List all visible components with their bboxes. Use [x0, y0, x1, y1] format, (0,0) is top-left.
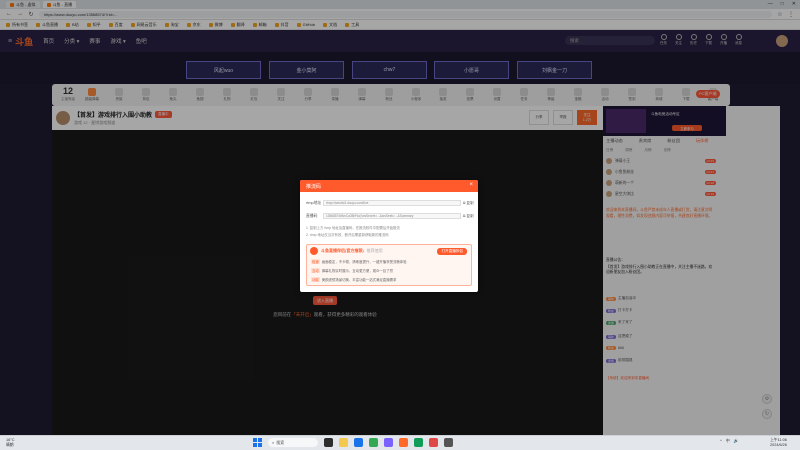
- open-assistant-button[interactable]: 打开直播伴侣: [437, 248, 467, 255]
- clock[interactable]: 上午11:06 2024/6/26: [770, 438, 787, 447]
- douyu-icon[interactable]: [399, 438, 408, 447]
- system-tray: ^ 中 🔊: [720, 438, 739, 444]
- tray-expand-icon[interactable]: ^: [720, 438, 722, 444]
- assistant-promo: 斗鱼直播伴侣(官方推荐) 推荐使用 打开直播伴侣 极速 画面稳定，不卡顿，清晰度提升…: [306, 244, 472, 286]
- volume-icon[interactable]: 🔊: [734, 438, 739, 444]
- copy-code-button[interactable]: ⧉ 复制: [463, 214, 473, 219]
- promo-line: 极速 画面稳定，不卡顿，清晰度提升，一键开播享受流畅体验: [311, 259, 407, 264]
- dialog-note: 2. rtmp 地址仅当次有效，断开后需重新获取新的推流码: [306, 233, 389, 237]
- search-icon: ⌕: [272, 440, 275, 445]
- rtmp-row: rtmp地址 rtmp://sendtc3.douyu.com/live ⧉ 复…: [306, 200, 474, 206]
- app-icon[interactable]: [384, 438, 393, 447]
- rtmp-address-field[interactable]: rtmp://sendtc3.douyu.com/live: [323, 200, 461, 206]
- promo-line: 功能 美颜滤镜场景切换，丰富功能一站式满足直播需求: [311, 277, 397, 282]
- ime-icon[interactable]: 中: [726, 438, 730, 444]
- taskbar-center: ⌕ 搜索: [253, 438, 453, 447]
- stream-key-dialog: 推流码 × rtmp地址 rtmp://sendtc3.douyu.com/li…: [300, 180, 478, 292]
- dialog-title: 推流码: [306, 183, 322, 190]
- stream-code-row: 直播码 13568574rBmCa3BrFkq?wsSecret=...&wsS…: [306, 213, 474, 219]
- edge-icon[interactable]: [354, 438, 363, 447]
- chrome-icon[interactable]: [369, 438, 378, 447]
- dialog-header: 推流码: [300, 180, 478, 192]
- netease-icon[interactable]: [429, 438, 438, 447]
- windows-start-icon[interactable]: [253, 438, 262, 447]
- promo-line: 互动 弹幕礼物实时展示，互动更方便，观众一目了然: [311, 268, 393, 273]
- copy-rtmp-button[interactable]: ⧉ 复制: [463, 201, 473, 206]
- wechat-icon[interactable]: [414, 438, 423, 447]
- explorer-icon[interactable]: [339, 438, 348, 447]
- stream-code-field[interactable]: 13568574rBmCa3BrFkq?wsSecret=...&wsSeek=…: [323, 213, 461, 219]
- weather-widget[interactable]: 16°C 晴朗: [6, 438, 14, 447]
- taskbar-search[interactable]: ⌕ 搜索: [268, 438, 318, 447]
- close-icon[interactable]: ×: [469, 182, 473, 188]
- taskbar: 16°C 晴朗 ⌕ 搜索 ^ 中 🔊 上午11:06 2024/6/26: [0, 435, 800, 450]
- terminal-icon[interactable]: [444, 438, 453, 447]
- assistant-logo-icon: [310, 247, 318, 255]
- promo-title: 斗鱼直播伴侣(官方推荐) 推荐使用: [321, 248, 383, 253]
- dialog-note: 1. 复制上方 rtmp 地址及直播码，在推流软件中配置后开始推流: [306, 226, 400, 230]
- task-view-icon[interactable]: [324, 438, 333, 447]
